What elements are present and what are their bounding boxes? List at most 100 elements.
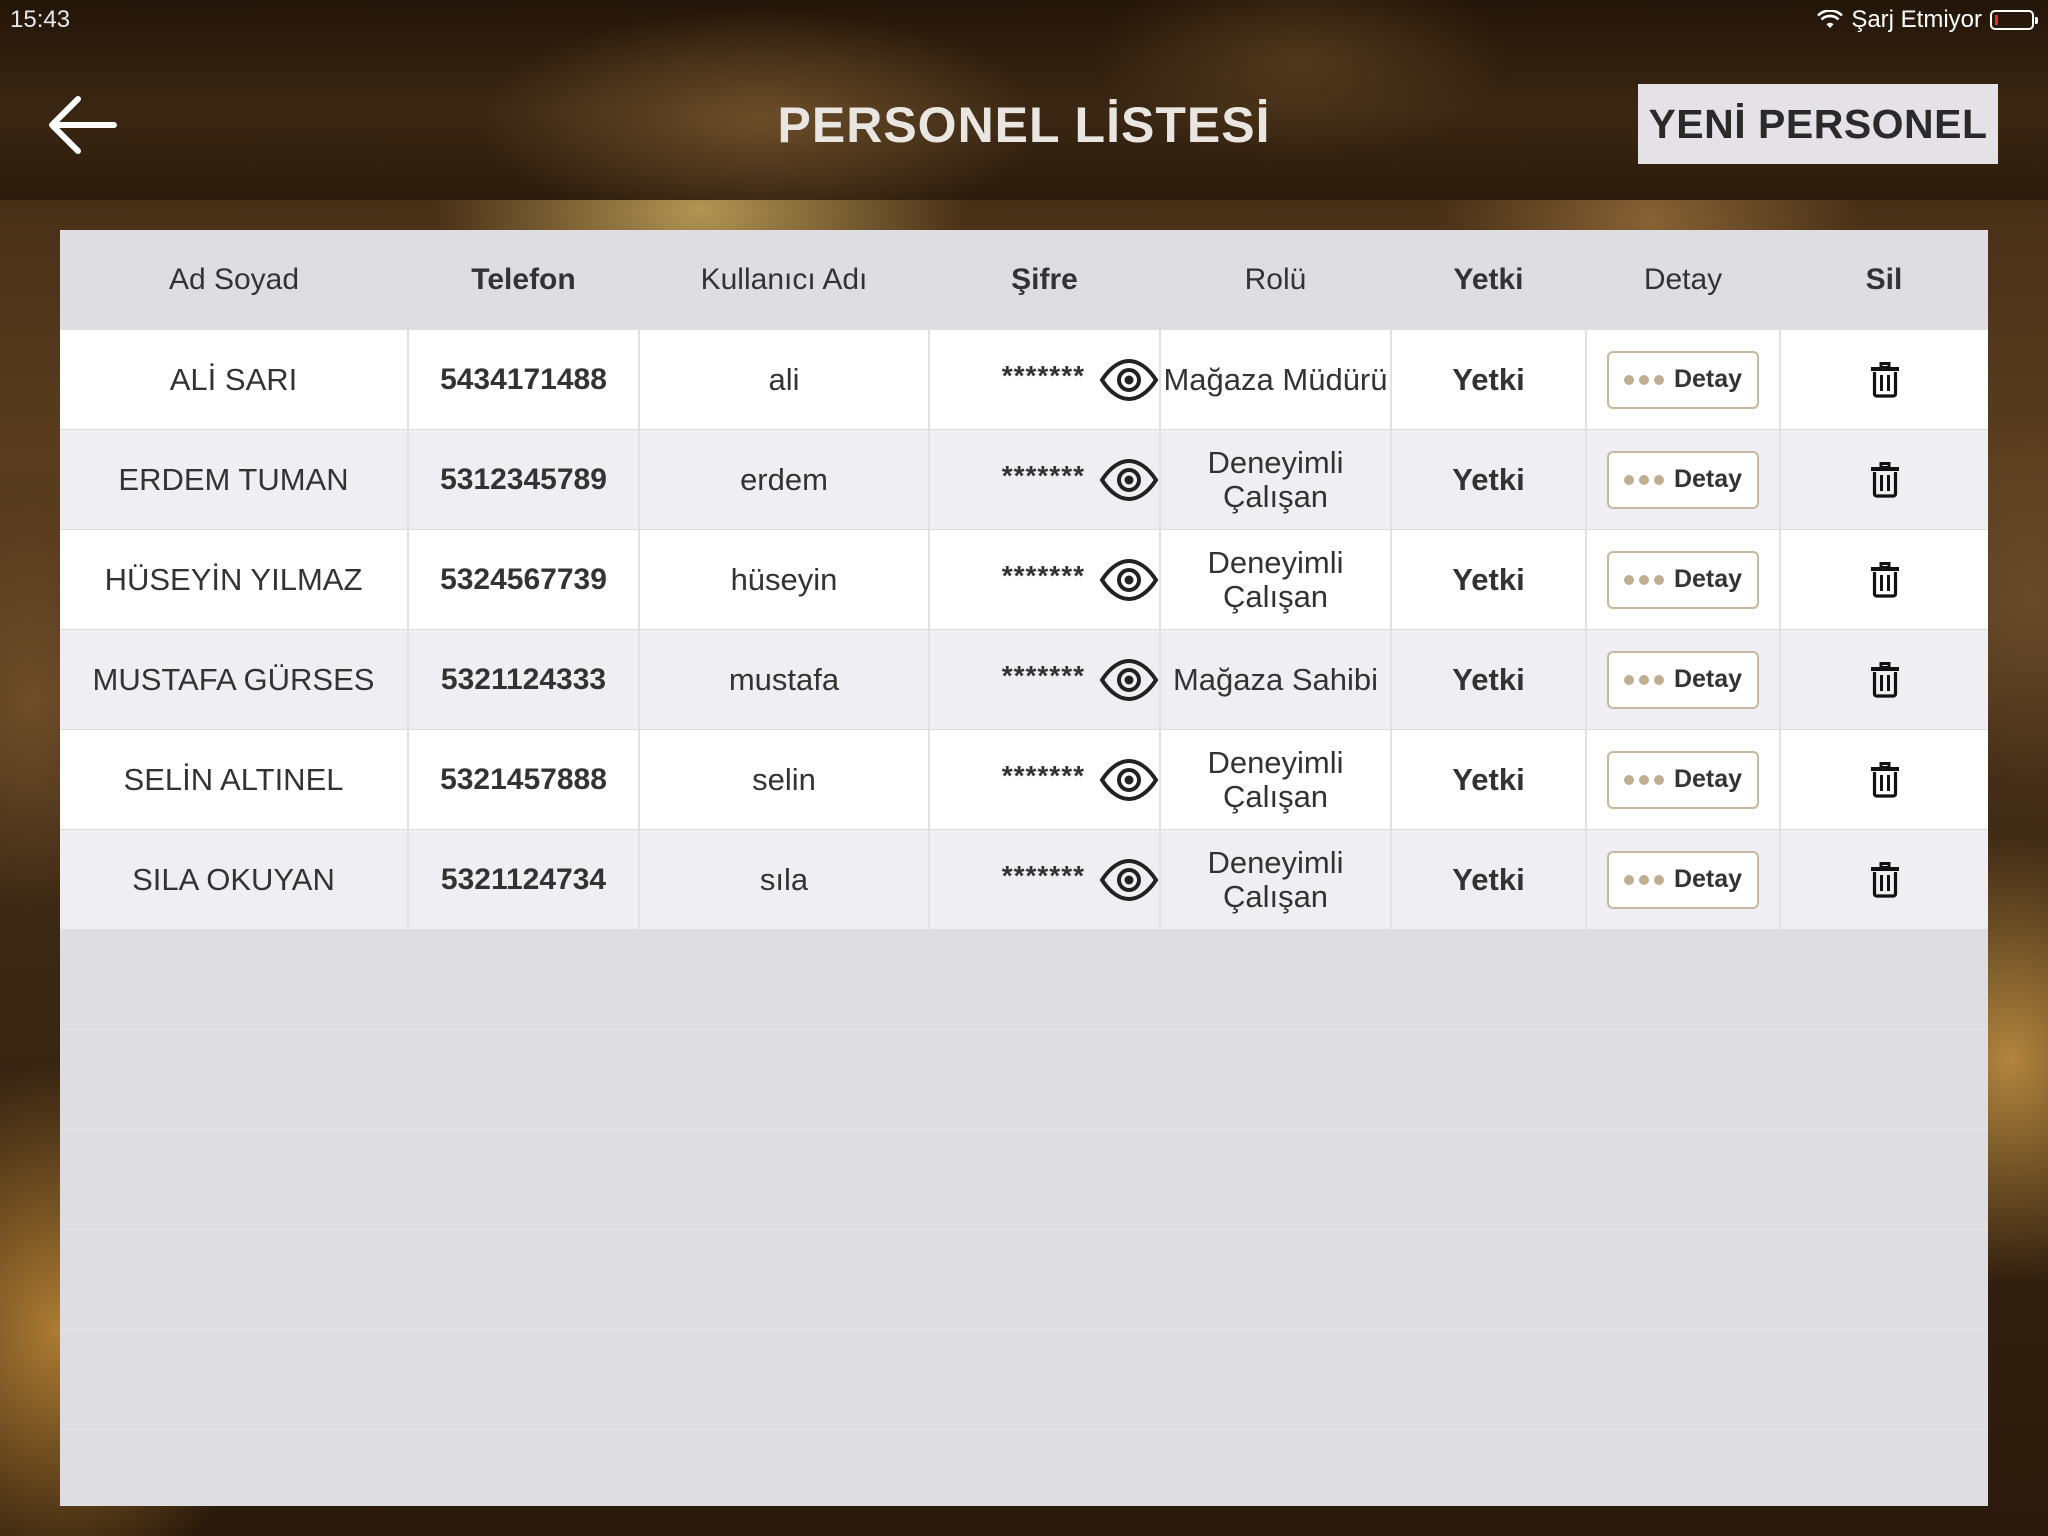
table-header-row: Ad Soyad Telefon Kullanıcı Adı Şifre Rol…	[60, 230, 1988, 330]
detail-button[interactable]: Detay	[1607, 850, 1759, 909]
detail-button[interactable]: Detay	[1607, 650, 1759, 709]
trash-icon[interactable]	[1870, 561, 1900, 598]
trash-icon[interactable]	[1870, 861, 1900, 898]
status-bar: 15:43 Şarj Etmiyor	[0, 0, 2048, 40]
status-right: Şarj Etmiyor	[1817, 6, 2038, 34]
table-row[interactable]: MUSTAFA GÜRSES 5321124333 mustafa ******…	[60, 629, 1988, 730]
permission-link[interactable]: Yetki	[1452, 462, 1524, 497]
cell-permission[interactable]: Yetki	[1390, 429, 1586, 530]
cell-password: *******	[928, 629, 1160, 730]
cell-role: Deneyimli Çalışan	[1159, 429, 1391, 530]
column-header-password[interactable]: Şifre	[929, 230, 1160, 330]
dots-icon	[1623, 474, 1664, 485]
cell-delete	[1779, 529, 1988, 630]
cell-username: erdem	[638, 429, 929, 530]
cell-role: Deneyimli Çalışan	[1159, 829, 1391, 930]
eye-icon[interactable]	[1099, 558, 1159, 602]
role-line-1: Deneyimli	[1207, 844, 1344, 880]
staff-name: ERDEM TUMAN	[118, 461, 349, 497]
cell-password: *******	[928, 330, 1160, 430]
staff-name: MUSTAFA GÜRSES	[92, 661, 375, 697]
cell-permission[interactable]: Yetki	[1390, 729, 1586, 830]
column-header-username[interactable]: Kullanıcı Adı	[639, 230, 929, 330]
new-staff-button[interactable]: YENİ PERSONEL	[1638, 84, 1998, 164]
trash-icon[interactable]	[1870, 361, 1900, 398]
eye-icon[interactable]	[1099, 358, 1159, 402]
cell-name: SELİN ALTINEL	[60, 729, 408, 830]
role-line-2: Çalışan	[1222, 578, 1329, 614]
trash-icon[interactable]	[1870, 461, 1900, 498]
cell-name: ERDEM TUMAN	[60, 429, 408, 530]
column-header-delete[interactable]: Sil	[1780, 230, 1988, 330]
role-line-1: Mağaza Müdürü	[1163, 361, 1388, 397]
permission-link[interactable]: Yetki	[1452, 762, 1524, 797]
staff-name: HÜSEYİN YILMAZ	[104, 561, 363, 597]
password-mask: *******	[1001, 459, 1085, 491]
column-header-name[interactable]: Ad Soyad	[60, 230, 408, 330]
cell-permission[interactable]: Yetki	[1390, 529, 1586, 630]
staff-username: sıla	[759, 861, 809, 897]
column-header-phone[interactable]: Telefon	[408, 230, 639, 330]
column-header-detail[interactable]: Detay	[1586, 230, 1780, 330]
table-row[interactable]: ALİ SARI 5434171488 ali ******* Mağaza M…	[60, 330, 1988, 430]
role-line-1: Deneyimli	[1207, 544, 1344, 580]
staff-phone: 5324567739	[440, 562, 607, 596]
cell-username: sıla	[638, 829, 929, 930]
detail-button[interactable]: Detay	[1607, 450, 1759, 509]
table-row[interactable]: SELİN ALTINEL 5321457888 selin ******* D…	[60, 729, 1988, 830]
trash-icon[interactable]	[1870, 761, 1900, 798]
permission-link[interactable]: Yetki	[1452, 562, 1524, 597]
password-mask: *******	[1001, 759, 1085, 791]
dots-icon	[1623, 774, 1664, 785]
cell-name: MUSTAFA GÜRSES	[60, 629, 408, 730]
password-wrap: *******	[930, 858, 1159, 902]
permission-link[interactable]: Yetki	[1452, 862, 1524, 897]
cell-name: HÜSEYİN YILMAZ	[60, 529, 408, 630]
staff-table-panel: Ad Soyad Telefon Kullanıcı Adı Şifre Rol…	[60, 230, 1988, 1506]
cell-username: selin	[638, 729, 929, 830]
app-header: 15:43 Şarj Etmiyor PERSONEL LİSTESİ YENİ…	[0, 0, 2048, 200]
staff-phone: 5321457888	[440, 762, 607, 796]
detail-button[interactable]: Detay	[1607, 750, 1759, 809]
cell-phone: 5324567739	[407, 529, 639, 630]
column-header-permission[interactable]: Yetki	[1391, 230, 1586, 330]
cell-phone: 5312345789	[407, 429, 639, 530]
cell-phone: 5434171488	[407, 330, 639, 430]
column-header-role[interactable]: Rolü	[1160, 230, 1391, 330]
trash-icon[interactable]	[1870, 661, 1900, 698]
staff-phone: 5321124333	[440, 662, 607, 696]
cell-username: hüseyin	[638, 529, 929, 630]
table-row[interactable]: SILA OKUYAN 5321124734 sıla ******* Dene…	[60, 829, 1988, 930]
cell-phone: 5321457888	[407, 729, 639, 830]
cell-permission[interactable]: Yetki	[1390, 330, 1586, 430]
permission-link[interactable]: Yetki	[1452, 662, 1524, 697]
table-row[interactable]: HÜSEYİN YILMAZ 5324567739 hüseyin ******…	[60, 529, 1988, 630]
cell-detail: Detay	[1585, 729, 1780, 830]
eye-icon[interactable]	[1099, 758, 1159, 802]
staff-name: SELİN ALTINEL	[123, 761, 344, 797]
battery-level	[1995, 15, 1998, 25]
staff-username: ali	[768, 361, 800, 397]
detail-button-label: Detay	[1673, 765, 1743, 793]
detail-button[interactable]: Detay	[1607, 350, 1759, 409]
cell-role: Deneyimli Çalışan	[1159, 529, 1391, 630]
cell-password: *******	[928, 529, 1160, 630]
detail-button-label: Detay	[1673, 865, 1743, 893]
staff-username: hüseyin	[730, 561, 838, 597]
staff-phone: 5434171488	[440, 362, 607, 396]
eye-icon[interactable]	[1099, 858, 1159, 902]
password-wrap: *******	[930, 458, 1159, 502]
dots-icon	[1623, 674, 1664, 685]
permission-link[interactable]: Yetki	[1452, 362, 1524, 397]
table-row[interactable]: ERDEM TUMAN 5312345789 erdem ******* Den…	[60, 429, 1988, 530]
eye-icon[interactable]	[1099, 458, 1159, 502]
cell-detail: Detay	[1585, 829, 1780, 930]
staff-username: mustafa	[728, 661, 840, 697]
detail-button[interactable]: Detay	[1607, 550, 1759, 609]
cell-username: mustafa	[638, 629, 929, 730]
cell-permission[interactable]: Yetki	[1390, 829, 1586, 930]
cell-phone: 5321124734	[407, 829, 639, 930]
staff-username: erdem	[740, 461, 828, 497]
eye-icon[interactable]	[1099, 658, 1159, 702]
cell-permission[interactable]: Yetki	[1390, 629, 1586, 730]
